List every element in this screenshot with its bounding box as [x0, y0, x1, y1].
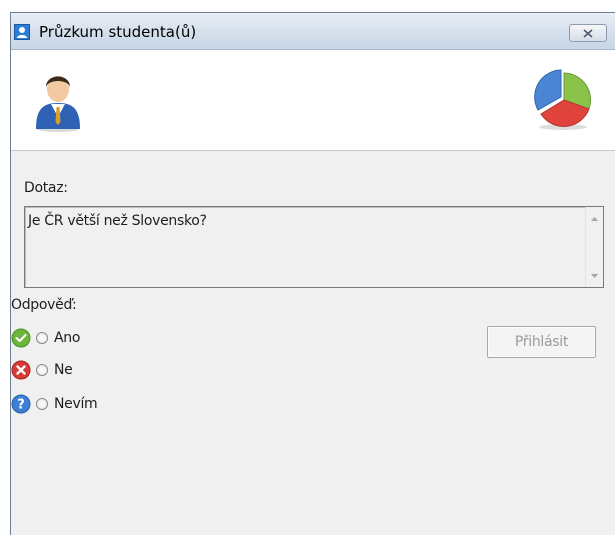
cross-icon [11, 360, 31, 380]
answer-option-label: Ano [54, 330, 81, 346]
answer-option-nevim[interactable]: ? Nevím [11, 393, 98, 415]
header-panel [11, 50, 615, 151]
chevron-up-icon [591, 216, 598, 221]
question-text: Je ČR větší než Slovensko? [28, 213, 207, 229]
radio-ne[interactable] [36, 364, 48, 376]
survey-window: Průzkum studenta(ů) Dotaz: Je ČR větší n… [10, 12, 615, 535]
question-textarea[interactable]: Je ČR větší než Slovensko? [24, 206, 604, 288]
answer-option-label: Ne [54, 362, 73, 378]
svg-text:?: ? [17, 398, 25, 413]
scroll-down-button[interactable] [586, 267, 603, 284]
answer-option-ne[interactable]: Ne [11, 359, 73, 381]
close-button[interactable] [569, 24, 607, 42]
scroll-up-button[interactable] [586, 210, 603, 227]
question-icon: ? [11, 394, 31, 414]
check-icon [11, 328, 31, 348]
close-icon [583, 28, 593, 38]
question-scrollbar[interactable] [585, 207, 603, 287]
chevron-down-icon [591, 273, 598, 278]
title-bar: Průzkum studenta(ů) [11, 13, 615, 50]
answer-label: Odpověď: [11, 297, 77, 313]
radio-nevim[interactable] [36, 398, 48, 410]
radio-ano[interactable] [36, 332, 48, 344]
window-title: Průzkum studenta(ů) [39, 23, 197, 41]
student-avatar-icon [36, 76, 80, 132]
answer-option-label: Nevím [54, 396, 98, 412]
student-window-icon [14, 24, 30, 40]
question-label: Dotaz: [24, 180, 68, 196]
answer-option-ano[interactable]: Ano [11, 327, 80, 349]
pie-chart-icon [534, 69, 592, 130]
submit-button[interactable]: Přihlásit [487, 326, 596, 358]
